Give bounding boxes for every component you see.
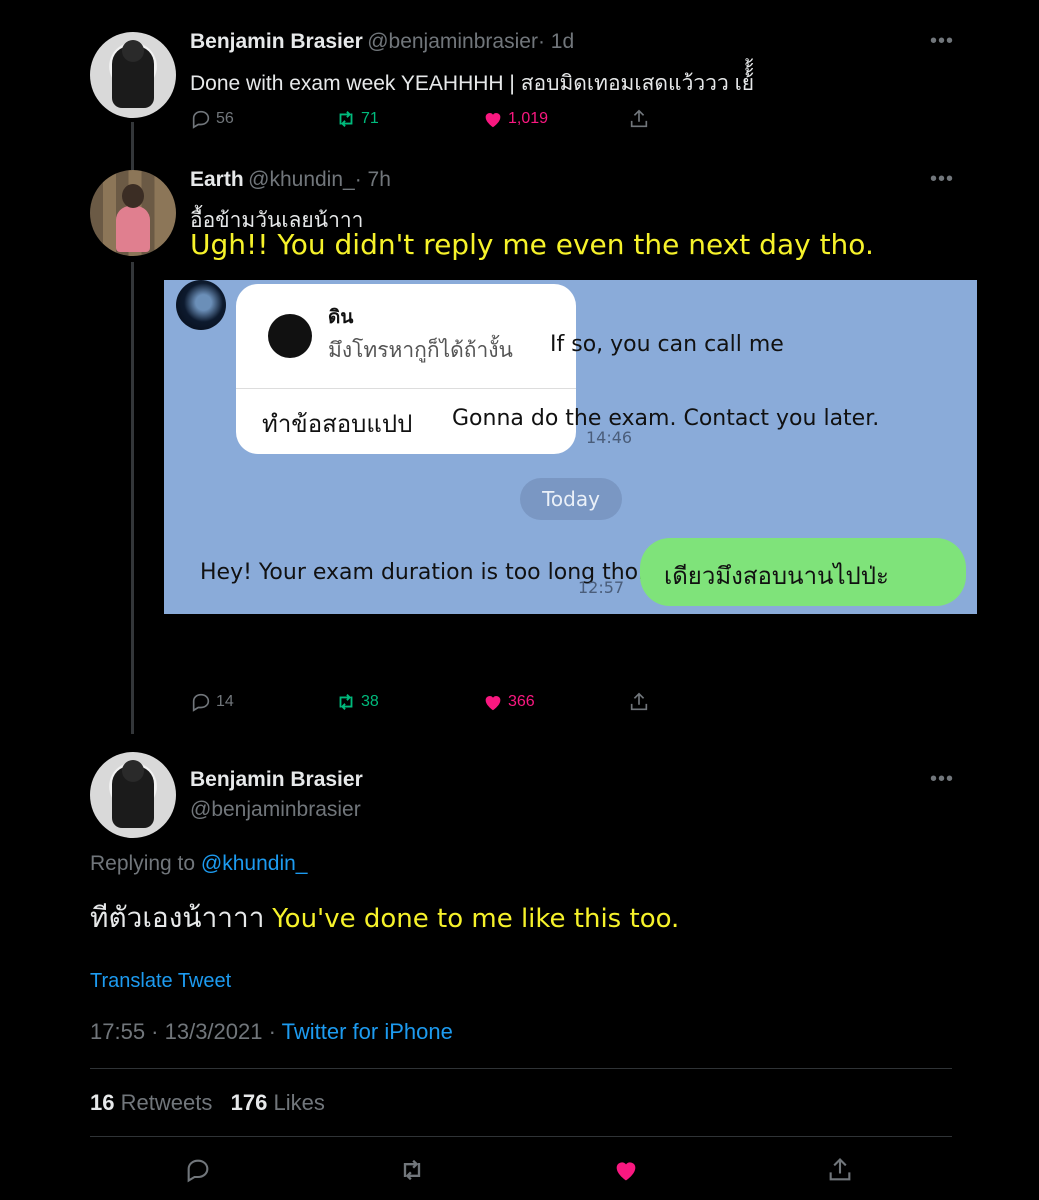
retweet-icon [403,1159,421,1181]
sent-text: เดียวมึงสอบนานไปป่ะ [664,562,889,590]
retweets-stat[interactable]: 16 Retweets [90,1090,212,1115]
divider [90,1068,952,1069]
tweet-header: Benjamin Brasier @benjaminbrasier· 1d [190,30,574,54]
retweet-icon [339,694,353,710]
chat-screenshot[interactable]: ดิน มึงโทรหากูก็ได้ถ้างั้น ทำข้อสอบแปป I… [164,280,977,614]
reply-count: 56 [216,110,234,127]
likes-stat[interactable]: 176 Likes [231,1090,325,1115]
author-name[interactable]: Benjamin Brasier [190,30,363,53]
author-handle[interactable]: @benjaminbrasier [190,798,361,822]
likes-label: Likes [273,1090,325,1115]
author-name[interactable]: Earth [190,168,244,191]
source-link[interactable]: Twitter for iPhone [282,1019,453,1044]
reply-button[interactable]: 14 [190,691,234,713]
translate-tweet-link[interactable]: Translate Tweet [90,970,231,993]
tweet-time[interactable]: · 1d [538,30,574,53]
sent-bubble: เดียวมึงสอบนานไปป่ะ [640,538,966,606]
more-icon[interactable]: ••• [930,30,954,53]
translation-label: If so, you can call me [550,332,784,357]
like-button[interactable] [612,1156,640,1184]
date-separator: Today [520,478,622,520]
reply-button[interactable]: 56 [190,108,234,130]
retweet-button[interactable]: 38 [335,691,379,713]
translation-caption: You've done to me like this too. [272,904,680,934]
like-button[interactable]: 366 [482,691,535,713]
share-button[interactable] [628,691,650,713]
retweets-count: 16 [90,1090,115,1115]
like-button[interactable]: 1,019 [482,108,548,130]
tweet-text: Done with exam week YEAHHHH | สอบมิดเทอม… [190,72,755,95]
share-icon [829,1158,851,1181]
like-count: 1,019 [508,110,549,127]
message-time: 12:57 [578,578,625,597]
tweet-text-thai: ทีตัวเองน้าาาา [90,902,265,933]
like-count: 366 [508,693,535,710]
reply-icon [192,110,210,129]
quoted-name: ดิน [328,306,354,328]
share-icon [630,692,648,711]
heart-icon [485,696,501,711]
retweet-count: 71 [361,110,379,127]
author-name[interactable]: Benjamin Brasier [190,768,363,792]
retweet-button[interactable] [398,1156,426,1184]
heart-icon [616,1162,636,1181]
translation-label: Gonna do the exam. Contact you later. [452,406,880,431]
reply-icon [187,1159,209,1183]
tweet-header: Earth @khundin_· 7h [190,168,391,192]
divider [90,1136,952,1137]
retweet-count: 38 [361,693,379,710]
reply-count: 14 [216,693,234,710]
chat-avatar [176,280,226,330]
replying-handle-link[interactable]: @khundin_ [201,852,308,875]
replying-to: Replying to @khundin_ [90,852,307,876]
quoted-avatar [268,314,312,358]
likes-count: 176 [230,1090,268,1115]
more-icon[interactable]: ••• [930,168,954,191]
avatar[interactable] [90,170,176,256]
reply-text: ทำข้อสอบแปป [262,410,413,438]
message-time: 14:46 [586,428,633,447]
reply-button[interactable] [184,1156,212,1184]
more-icon[interactable]: ••• [930,768,954,791]
tweet-time[interactable]: · 7h [355,168,391,191]
author-handle[interactable]: @khundin_ [248,168,355,191]
heart-icon [485,113,501,128]
engagement-stats: 16 Retweets 176 Likes [90,1090,325,1116]
tweet-meta: 17:55 · 13/3/2021 · Twitter for iPhone [90,1019,453,1045]
retweet-button[interactable]: 71 [335,108,379,130]
timestamp[interactable]: 17:55 · 13/3/2021 · [90,1019,276,1044]
reply-icon [192,693,210,712]
share-button[interactable] [826,1156,854,1184]
quoted-text: มึงโทรหากูก็ได้ถ้างั้น [328,338,513,362]
share-button[interactable] [628,108,650,130]
author-handle[interactable]: @benjaminbrasier [367,30,538,53]
avatar[interactable] [90,752,176,838]
avatar[interactable] [90,32,176,118]
tweet-text: ทีตัวเองน้าาาา You've done to me like th… [90,896,679,940]
thread-line [131,122,134,170]
thread-line [131,262,134,734]
translation-caption: Ugh!! You didn't reply me even the next … [190,228,874,261]
share-icon [630,109,648,128]
retweet-icon [339,111,353,127]
replying-label: Replying to [90,852,196,875]
retweets-label: Retweets [120,1090,213,1115]
